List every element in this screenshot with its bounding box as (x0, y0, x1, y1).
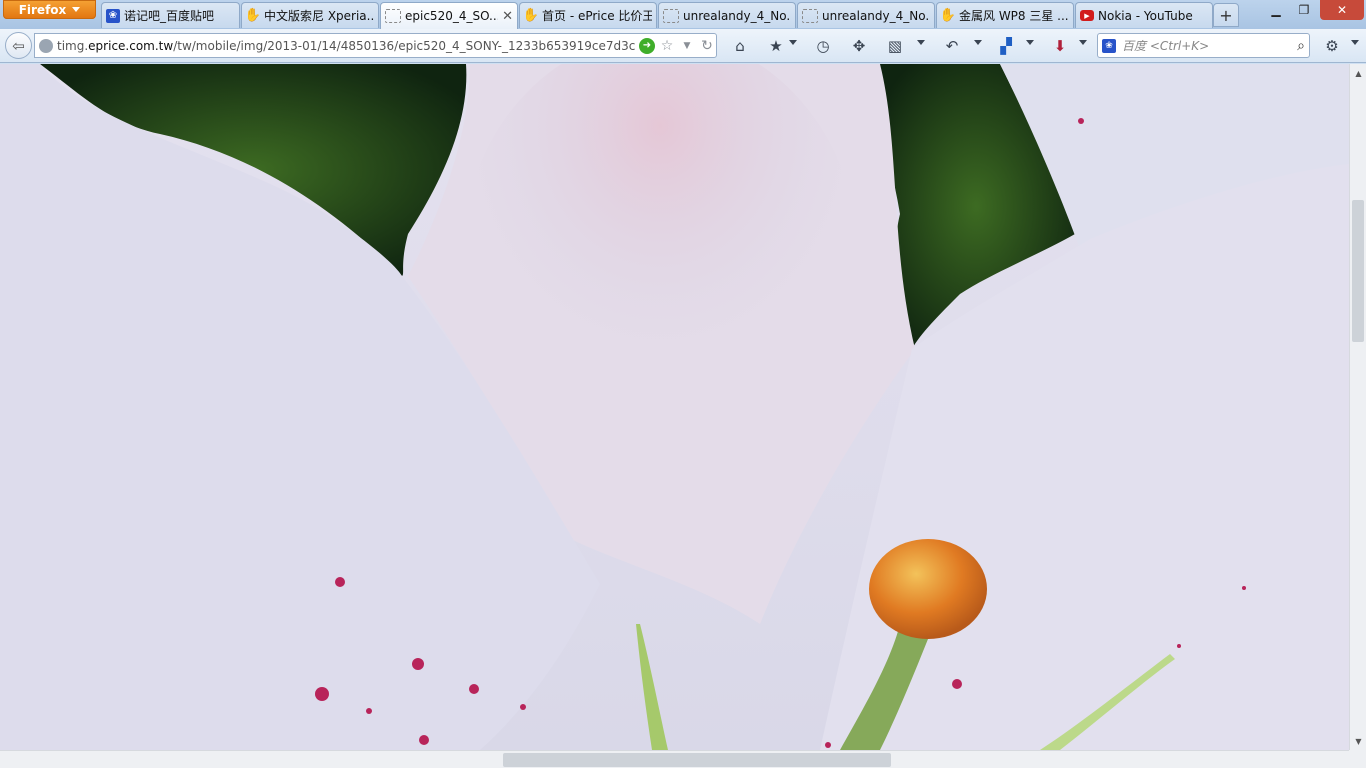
new-tab-button[interactable]: + (1213, 3, 1239, 27)
tab-label: 金属风 WP8 三星 ... (959, 9, 1069, 23)
search-bar[interactable]: ❀ 百度 <Ctrl+K> ⌕ (1097, 33, 1310, 58)
chevron-down-icon[interactable] (917, 40, 925, 45)
baidu-paw-icon: ❀ (1102, 38, 1116, 53)
search-input[interactable]: 百度 <Ctrl+K> (1122, 37, 1291, 54)
tab-label: Nokia - YouTube (1098, 8, 1193, 23)
tab-nokia-youtube[interactable]: ▶ Nokia - YouTube (1075, 2, 1213, 28)
tab-unrealandy-1[interactable]: unrealandy_4_No... (658, 2, 796, 28)
chevron-down-icon[interactable] (1026, 40, 1034, 45)
horizontal-scrollbar[interactable] (0, 750, 1349, 768)
scroll-down-icon[interactable]: ▼ (1350, 734, 1366, 748)
back-arrow-icon: ⇦ (12, 36, 25, 55)
bookmark-star-icon[interactable]: ☆ (659, 38, 675, 54)
eprice-hand-icon: ✋ (939, 8, 957, 23)
vertical-scrollbar[interactable]: ▲ ▼ (1349, 64, 1366, 750)
plus-icon: + (1219, 5, 1233, 25)
undo-close-icon[interactable]: ↶ (941, 35, 963, 57)
tab-wp8-samsung[interactable]: ✋ 金属风 WP8 三星 ... (936, 2, 1074, 28)
horizontal-scroll-thumb[interactable] (503, 753, 891, 767)
restore-button[interactable]: ❐ (1290, 0, 1318, 20)
screenshot-tool-icon[interactable]: ▧ (885, 35, 905, 57)
firefox-menu-label: Firefox (18, 2, 67, 17)
image-viewport (0, 64, 1349, 750)
back-button[interactable]: ⇦ (5, 32, 32, 59)
close-window-button[interactable]: ✕ (1320, 0, 1364, 20)
go-arrow-icon[interactable]: ➜ (639, 37, 655, 54)
chevron-down-icon (72, 7, 81, 12)
url-bar[interactable]: timg.eprice.com.tw/tw/mobile/img/2013-01… (34, 33, 717, 58)
tab-label: unrealandy_4_No... (683, 8, 791, 23)
download-blocked-icon[interactable]: ⬇ (1049, 35, 1071, 57)
chevron-down-icon[interactable] (1351, 40, 1359, 45)
tab-epic520-active[interactable]: epic520_4_SO... ✕ (380, 2, 518, 29)
blank-page-icon (663, 8, 679, 23)
firefox-menu-button[interactable]: Firefox (3, 0, 96, 19)
tab-baidu-tieba[interactable]: ❀ 诺记吧_百度贴吧 (101, 2, 240, 28)
tab-eprice-home[interactable]: ✋ 首页 - ePrice 比价王 (519, 2, 657, 28)
url-domain: eprice.com.tw (88, 38, 174, 53)
blank-page-icon (385, 9, 401, 23)
addons-grid-icon[interactable]: ▞ (996, 35, 1016, 57)
vertical-scroll-thumb[interactable] (1352, 200, 1364, 342)
close-icon: ✕ (1336, 3, 1348, 17)
chevron-down-icon[interactable] (789, 40, 797, 45)
bookmarks-menu-icon[interactable]: ★ (766, 35, 786, 57)
eprice-hand-icon: ✋ (244, 8, 262, 23)
minimize-button[interactable]: ▁ (1262, 0, 1290, 20)
url-text[interactable]: timg.eprice.com.tw/tw/mobile/img/2013-01… (57, 39, 635, 53)
chevron-down-icon[interactable] (974, 40, 982, 45)
youtube-icon: ▶ (1080, 10, 1094, 21)
history-dropdown-icon[interactable]: ▼ (679, 41, 695, 51)
history-clock-icon[interactable]: ◷ (813, 35, 833, 57)
eprice-hand-icon: ✋ (522, 8, 540, 23)
globe-icon (39, 38, 53, 53)
navigation-toolbar: ⇦ timg.eprice.com.tw/tw/mobile/img/2013-… (0, 29, 1366, 63)
scroll-up-icon[interactable]: ▲ (1350, 66, 1366, 80)
lily-photo (0, 64, 1349, 750)
tab-label: 中文版索尼 Xperia... (264, 9, 374, 23)
tab-label: unrealandy_4_No... (822, 8, 930, 23)
scrollbar-corner (1349, 750, 1366, 768)
url-path: /tw/mobile/img/2013-01/14/4850136/epic52… (173, 38, 635, 53)
chevron-down-icon[interactable] (1079, 40, 1087, 45)
move-arrows-icon[interactable]: ✥ (849, 35, 869, 57)
search-icon[interactable]: ⌕ (1297, 38, 1305, 54)
blank-page-icon (802, 8, 818, 23)
tools-icon[interactable]: ⚙ (1322, 35, 1342, 57)
tab-label: 诺记吧_百度贴吧 (124, 9, 215, 23)
tab-label: 首页 - ePrice 比价王 (542, 9, 652, 23)
tab-strip: Firefox ❀ 诺记吧_百度贴吧 ✋ 中文版索尼 Xperia... epi… (0, 0, 1366, 29)
tab-unrealandy-2[interactable]: unrealandy_4_No... (797, 2, 935, 28)
minimize-icon: ▁ (1271, 3, 1281, 17)
url-subdomain: timg. (57, 38, 89, 53)
home-icon[interactable]: ⌂ (730, 35, 750, 57)
reload-icon[interactable]: ↻ (699, 38, 715, 54)
tab-xperia[interactable]: ✋ 中文版索尼 Xperia... (241, 2, 379, 28)
restore-icon: ❐ (1298, 3, 1310, 17)
baidu-paw-icon: ❀ (106, 8, 120, 23)
close-tab-icon[interactable]: ✕ (502, 9, 513, 24)
tab-label: epic520_4_SO... (405, 9, 499, 23)
